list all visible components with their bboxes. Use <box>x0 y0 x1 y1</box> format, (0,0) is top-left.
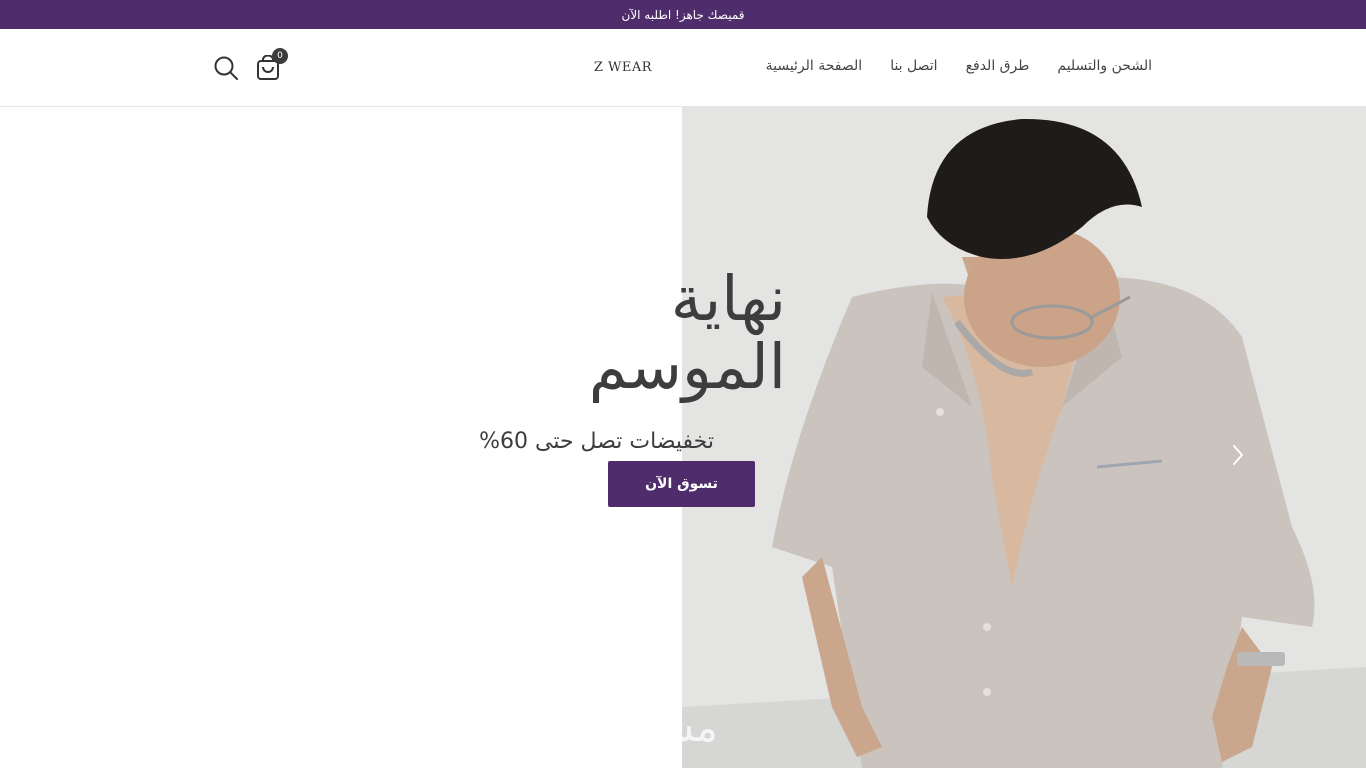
cart-count-badge: 0 <box>272 48 288 64</box>
announcement-text: قميصك جاهز! اطلبه الآن <box>621 7 745 22</box>
cart-button[interactable]: 0 <box>254 48 288 82</box>
nav-contact[interactable]: اتصل بنا <box>890 58 937 78</box>
announcement-bar: قميصك جاهز! اطلبه الآن <box>0 0 1366 29</box>
site-header: الصفحة الرئيسية اتصل بنا طرق الدفع الشحن… <box>0 29 1366 107</box>
search-icon[interactable] <box>212 54 240 82</box>
nav-shipping-delivery[interactable]: الشحن والتسليم <box>1057 58 1152 78</box>
nav-home[interactable]: الصفحة الرئيسية <box>766 58 863 78</box>
shop-now-button[interactable]: تسوق الآن <box>608 461 755 507</box>
site-logo[interactable]: Z WEAR <box>583 60 663 75</box>
hero-title-line1: نهاية <box>670 262 786 335</box>
nav-payment-methods[interactable]: طرق الدفع <box>966 58 1030 78</box>
hero-title: نهاية الموسم <box>386 265 786 401</box>
main-nav: الصفحة الرئيسية اتصل بنا طرق الدفع الشحن… <box>766 58 1152 78</box>
chevron-right-icon[interactable] <box>1224 441 1252 469</box>
header-icons: 0 <box>212 48 288 85</box>
hero-slider: نهاية الموسم تخفيضات تصل حتى 60% تسوق ال… <box>0 107 1366 768</box>
hero-image <box>682 107 1366 768</box>
hero-subtitle: تخفيضات تصل حتى 60% <box>479 429 714 454</box>
watermark: مستقل <box>598 705 718 751</box>
hero-title-line2: الموسم <box>588 330 786 403</box>
